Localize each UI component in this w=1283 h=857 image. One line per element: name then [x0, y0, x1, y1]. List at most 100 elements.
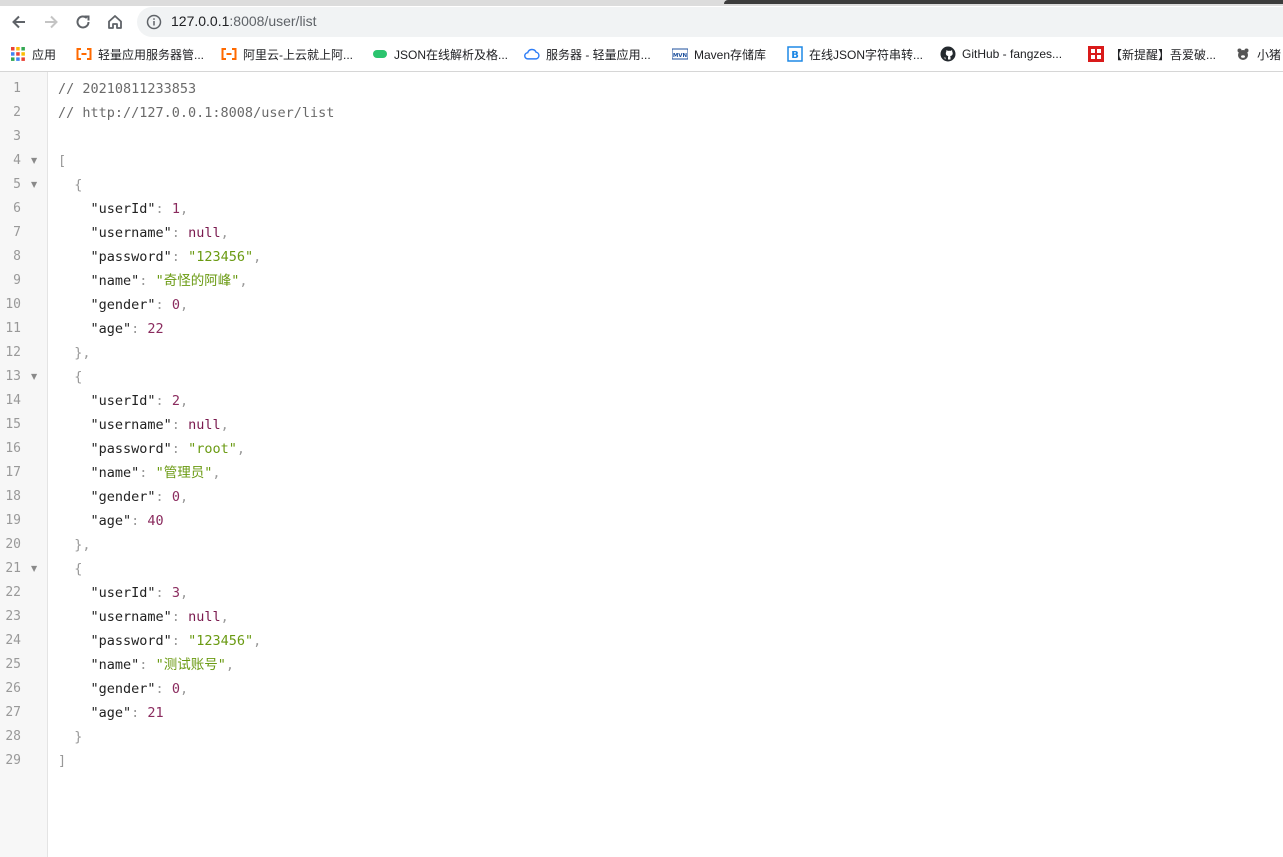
code-line: 27 "age": 21	[0, 701, 1283, 725]
line-number: 24	[5, 633, 21, 648]
fold-toggle-icon[interactable]: ▼	[31, 149, 37, 173]
array-open-bracket: [	[58, 153, 67, 169]
svg-text:MVN: MVN	[673, 53, 688, 59]
bookmark-label: 在线JSON字符串转...	[809, 47, 924, 62]
value-name: "管理员"	[155, 465, 213, 481]
code-line: 12 },	[0, 341, 1283, 365]
json-icon	[372, 46, 388, 62]
code-line: 15 "username": null,	[0, 413, 1283, 437]
fold-toggle-icon[interactable]: ▼	[31, 365, 37, 389]
fold-toggle-icon[interactable]: ▼	[31, 173, 37, 197]
bookmark-label: 小猪	[1257, 47, 1282, 62]
bookmark-pig[interactable]: 小猪	[1235, 44, 1281, 64]
field-username: "username": null,	[90, 609, 229, 625]
field-userId: "userId": 3,	[90, 585, 189, 601]
object-open-brace: {	[58, 561, 83, 577]
bookmark-server[interactable]: 服务器 - 轻量应用...	[524, 44, 651, 64]
code-line: 5 ▼ {	[0, 173, 1283, 197]
line-number: 22	[5, 585, 21, 600]
code-line: 11 "age": 22	[0, 317, 1283, 341]
bookmark-apps[interactable]: 应用	[10, 44, 56, 64]
code-line: 28 }	[0, 725, 1283, 749]
reload-button[interactable]	[70, 9, 96, 35]
line-number: 12	[5, 345, 21, 360]
github-icon	[940, 46, 956, 62]
value-username: null	[188, 417, 221, 433]
field-username: "username": null,	[90, 225, 229, 241]
value-username: null	[188, 609, 221, 625]
code-line: 18 "gender": 0,	[0, 485, 1283, 509]
line-number: 19	[5, 513, 21, 528]
bookmark-bejson[interactable]: B 在线JSON字符串转...	[787, 44, 923, 64]
line-number: 27	[5, 705, 21, 720]
line-number: 9	[13, 273, 21, 288]
bookmark-label: 应用	[32, 47, 57, 62]
bookmark-label: JSON在线解析及格...	[394, 47, 509, 62]
bookmarks-bar: 应用 轻量应用服务器管... 阿里云-上云就上阿... JSON在线解析及格..…	[0, 38, 1283, 72]
field-name: "name": "测试账号",	[90, 657, 234, 673]
bookmark-github[interactable]: GitHub - fangzes...	[940, 44, 1062, 64]
code-line: 6 "userId": 1,	[0, 197, 1283, 221]
object-close-brace: },	[58, 537, 91, 553]
object-open-brace: {	[58, 369, 83, 385]
object-close-brace: }	[58, 729, 83, 745]
field-name: "name": "管理员",	[90, 465, 221, 481]
field-userId: "userId": 2,	[90, 393, 189, 409]
value-password: "123456"	[188, 633, 254, 649]
arrow-left-icon	[12, 15, 25, 29]
value-age: 21	[147, 705, 164, 721]
code-line: 16 "password": "root",	[0, 437, 1283, 461]
field-name: "name": "奇怪的阿峰",	[90, 273, 248, 289]
bookmark-maven[interactable]: MVN Maven存储库	[672, 44, 766, 64]
value-userId: 2	[171, 393, 180, 409]
forward-button[interactable]	[38, 9, 64, 35]
home-icon	[108, 15, 122, 29]
field-userId: "userId": 1,	[90, 201, 189, 217]
home-button[interactable]	[102, 9, 128, 35]
line-number: 3	[13, 129, 21, 144]
info-icon[interactable]	[146, 14, 162, 30]
code-line: 26 "gender": 0,	[0, 677, 1283, 701]
line-number: 25	[5, 657, 21, 672]
value-password: "root"	[188, 441, 237, 457]
field-gender: "gender": 0,	[90, 489, 189, 505]
line-number: 23	[5, 609, 21, 624]
object-open-brace: {	[58, 177, 83, 193]
line-number: 8	[13, 249, 21, 264]
field-gender: "gender": 0,	[90, 297, 189, 313]
line-number: 20	[5, 537, 21, 552]
cloud-icon	[524, 46, 540, 62]
bookmark-label: 服务器 - 轻量应用...	[546, 47, 651, 62]
bookmark-json-parser[interactable]: JSON在线解析及格...	[372, 44, 508, 64]
code-line: 13 ▼ {	[0, 365, 1283, 389]
field-age: "age": 40	[90, 513, 164, 529]
bookmark-aliyun-lightweight[interactable]: 轻量应用服务器管...	[76, 44, 204, 64]
bookmark-52pojie[interactable]: 【新提醒】吾爱破...	[1088, 44, 1216, 64]
code-line: 10 "gender": 0,	[0, 293, 1283, 317]
value-userId: 3	[171, 585, 180, 601]
line-number: 16	[5, 441, 21, 456]
bookmark-label: 【新提醒】吾爱破...	[1110, 47, 1217, 62]
address-bar[interactable]: 127.0.0.1:8008/user/list	[137, 7, 1283, 37]
line-number: 28	[5, 729, 21, 744]
line-number: 18	[5, 489, 21, 504]
52pojie-icon	[1088, 46, 1104, 62]
line-number: 29	[5, 753, 21, 768]
code-line: 1 // 20210811233853	[0, 77, 1283, 101]
code-line: 3	[0, 125, 1283, 149]
value-gender: 0	[171, 489, 180, 505]
code-line: 7 "username": null,	[0, 221, 1283, 245]
code-line: 23 "username": null,	[0, 605, 1283, 629]
line-number: 1	[13, 81, 21, 96]
code-line: 24 "password": "123456",	[0, 629, 1283, 653]
line-number: 5	[13, 177, 21, 192]
bookmark-label: Maven存储库	[694, 47, 767, 62]
back-button[interactable]	[6, 9, 32, 35]
fold-toggle-icon[interactable]: ▼	[31, 557, 37, 581]
field-gender: "gender": 0,	[90, 681, 189, 697]
line-number: 17	[5, 465, 21, 480]
field-password: "password": "123456",	[90, 633, 262, 649]
field-username: "username": null,	[90, 417, 229, 433]
line-number: 10	[5, 297, 21, 312]
bookmark-aliyun[interactable]: 阿里云-上云就上阿...	[221, 44, 353, 64]
